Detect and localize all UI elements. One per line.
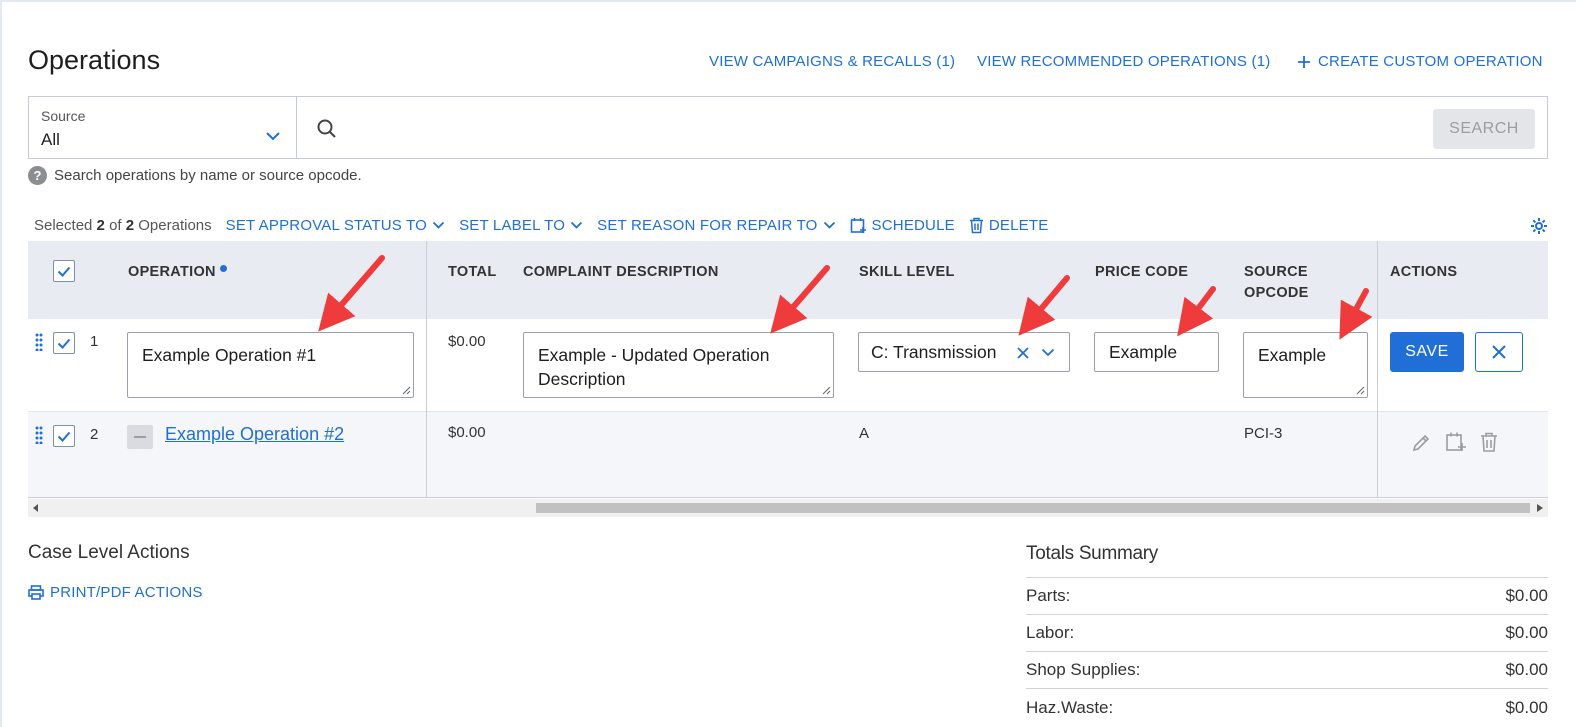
totals-row: Labor: $0.00: [1026, 615, 1548, 652]
delete-button[interactable]: DELETE: [969, 217, 1049, 234]
save-button[interactable]: SAVE: [1390, 332, 1464, 372]
schedule-button[interactable]: SCHEDULE: [850, 217, 955, 234]
plus-icon: [1298, 55, 1310, 68]
search-button[interactable]: SEARCH: [1433, 109, 1535, 149]
check-icon: [57, 338, 71, 349]
row-total: $0.00: [448, 424, 486, 441]
drag-handle-icon[interactable]: [35, 426, 43, 444]
minus-icon: [134, 436, 146, 438]
search-hint-text: Search operations by name or source opco…: [54, 167, 362, 184]
search-bar: Source All SEARCH: [28, 96, 1548, 159]
trash-icon: [969, 217, 983, 234]
print-pdf-actions-label: PRINT/PDF ACTIONS: [50, 584, 203, 601]
search-hint: ? Search operations by name or source op…: [28, 166, 362, 185]
calendar-add-icon[interactable]: [1445, 431, 1467, 453]
resize-grip-icon[interactable]: [402, 386, 411, 395]
header-actions: ACTIONS: [1390, 264, 1458, 280]
header-operation[interactable]: OPERATION: [128, 262, 228, 283]
calendar-add-icon: [850, 218, 866, 233]
sort-indicator-dot: [220, 265, 228, 272]
scroll-right-arrow-icon[interactable]: [1537, 504, 1543, 512]
skill-level-select[interactable]: C: Transmission: [858, 332, 1070, 372]
header-total[interactable]: TOTAL: [448, 262, 496, 283]
edit-pencil-icon[interactable]: [1411, 433, 1431, 453]
row-total: $0.00: [448, 333, 486, 350]
check-icon: [57, 266, 71, 277]
table-bottom-border: [28, 497, 1548, 498]
search-icon: [317, 119, 336, 138]
drag-handle-icon[interactable]: [35, 333, 43, 351]
collapse-button[interactable]: [127, 425, 153, 449]
chevron-down-icon: [823, 221, 835, 229]
source-value: All: [41, 130, 60, 149]
print-pdf-actions-link[interactable]: PRINT/PDF ACTIONS: [28, 584, 203, 601]
case-level-actions-title: Case Level Actions: [28, 542, 190, 563]
header-price-code[interactable]: PRICE CODE: [1095, 262, 1188, 283]
complaint-description-field[interactable]: Example - Updated Operation Description: [523, 332, 834, 398]
header-complaint[interactable]: COMPLAINT DESCRIPTION: [523, 262, 719, 283]
operation-link[interactable]: Example Operation #2: [165, 424, 344, 445]
bulk-action-bar: Selected 2 of 2 Operations SET APPROVAL …: [34, 217, 1048, 234]
column-divider: [426, 241, 427, 498]
resize-grip-icon[interactable]: [1356, 386, 1365, 395]
header-skill-level[interactable]: SKILL LEVEL: [859, 262, 955, 283]
chevron-down-icon: [571, 221, 583, 229]
clear-icon[interactable]: [1017, 347, 1029, 359]
column-divider: [1377, 241, 1378, 498]
select-all-checkbox[interactable]: [53, 260, 75, 282]
page-title: Operations: [28, 45, 161, 75]
source-opcode-field[interactable]: Example: [1243, 332, 1368, 398]
table-row: 1 Example Operation #1 $0.00 Example - U…: [28, 319, 1548, 412]
skill-level-value: A: [859, 425, 870, 442]
chevron-down-icon: [432, 221, 445, 229]
totals-row: Shop Supplies: $0.00: [1026, 652, 1548, 689]
source-select[interactable]: Source All: [29, 97, 297, 158]
source-label: Source: [41, 108, 86, 124]
help-icon: ?: [28, 166, 47, 185]
header-source-opcode[interactable]: SOURCE OPCODE: [1244, 262, 1309, 304]
chevron-down-icon: [266, 132, 280, 141]
create-custom-operation-link[interactable]: CREATE CUSTOM OPERATION: [1297, 53, 1543, 70]
close-icon: [1492, 345, 1506, 359]
chevron-down-icon[interactable]: [1041, 348, 1055, 357]
totals-summary-title: Totals Summary: [1026, 543, 1548, 578]
trash-icon[interactable]: [1480, 432, 1498, 453]
row-checkbox[interactable]: [53, 425, 75, 447]
resize-grip-icon[interactable]: [822, 386, 831, 395]
source-opcode-value: PCI-3: [1244, 425, 1283, 442]
set-label-dropdown[interactable]: SET LABEL TO: [459, 217, 583, 234]
row-number: 1: [90, 333, 99, 350]
gear-icon[interactable]: [1530, 217, 1548, 235]
table-header: OPERATION TOTAL COMPLAINT DESCRIPTION SK…: [28, 241, 1548, 319]
scroll-left-arrow-icon[interactable]: [33, 504, 39, 512]
cancel-edit-button[interactable]: [1475, 332, 1523, 372]
price-code-field[interactable]: Example: [1094, 332, 1219, 372]
scrollbar-thumb[interactable]: [536, 503, 1530, 513]
printer-icon: [28, 585, 44, 600]
view-campaigns-link[interactable]: VIEW CAMPAIGNS & RECALLS (1): [709, 53, 955, 70]
totals-row: Parts: $0.00: [1026, 578, 1548, 615]
table-row: 2 Example Operation #2 $0.00 A PCI-3: [28, 412, 1548, 498]
row-checkbox[interactable]: [53, 332, 75, 354]
row-number: 2: [90, 426, 99, 443]
totals-summary: Totals Summary Parts: $0.00 Labor: $0.00 S…: [1026, 543, 1548, 726]
selected-count-text: Selected 2 of 2 Operations: [34, 217, 212, 234]
totals-row: Haz.Waste: $0.00: [1026, 697, 1548, 717]
horizontal-scrollbar[interactable]: [28, 499, 1548, 517]
search-input[interactable]: [349, 107, 1419, 149]
operations-table: OPERATION TOTAL COMPLAINT DESCRIPTION SK…: [28, 241, 1548, 517]
set-approval-status-dropdown[interactable]: SET APPROVAL STATUS TO: [226, 217, 445, 234]
set-reason-dropdown[interactable]: SET REASON FOR REPAIR TO: [597, 217, 835, 234]
create-custom-operation-label: CREATE CUSTOM OPERATION: [1318, 53, 1543, 70]
check-icon: [57, 431, 71, 442]
view-recommended-link[interactable]: VIEW RECOMMENDED OPERATIONS (1): [977, 53, 1270, 70]
operation-name-field[interactable]: Example Operation #1: [127, 332, 414, 398]
